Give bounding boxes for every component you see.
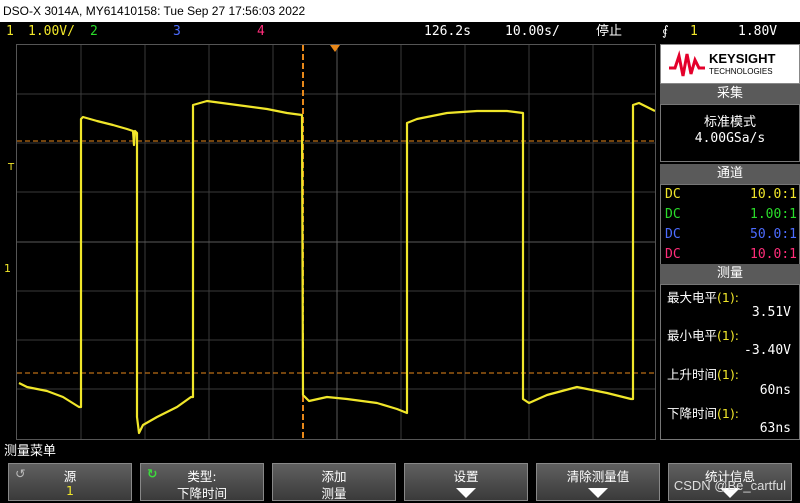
waveform-canvas [17,45,656,439]
trigger-edge-icon: ⨐ [662,24,669,39]
trigger-level: 1.80V [738,24,778,39]
channel-row-4[interactable]: DC 10.0:1 [665,245,797,265]
ch2-number[interactable]: 2 [90,22,98,42]
keysight-wave-icon [669,50,705,77]
measure-value-max: 3.51V [751,305,791,320]
measure-body: 最大电平(1): 3.51V 最小电平(1): -3.40V 上升时间(1): … [660,284,800,440]
ch4-number[interactable]: 4 [257,22,265,42]
ch1-ground-marker[interactable]: 1 [4,262,11,275]
trigger-level-marker[interactable]: T [8,162,14,173]
watermark: CSDN @Be_cartful [673,478,786,493]
softkey-type[interactable]: ↻ 类型: 下降时间 [140,463,264,501]
measure-label-fall: 下降时间(1): [667,406,739,421]
run-state: 停止 [596,24,623,39]
logo-sub: TECHNOLOGIES [709,67,773,76]
scope-display[interactable] [16,44,656,440]
measure-value-rise: 60ns [759,383,791,398]
ch1-number[interactable]: 1 [6,22,14,42]
ch3-number[interactable]: 3 [173,22,181,42]
trigger-time-marker[interactable] [330,45,340,52]
measure-value-min: -3.40V [744,343,791,358]
softkey-source[interactable]: ↺ 源 1 [8,463,132,501]
channel-row-3[interactable]: DC 50.0:1 [665,225,797,245]
window-title: DSO-X 3014A, MY61410158: Tue Sep 27 17:5… [0,0,800,22]
submenu-arrow-icon [588,488,608,498]
time-position[interactable]: 126.2s [424,22,471,42]
softkey-add-measurement[interactable]: 添加 测量 [272,463,396,501]
ch1-scale[interactable]: 1.00V/ [28,22,75,42]
channel-header[interactable]: 通道 [660,164,800,184]
keysight-logo: KEYSIGHT TECHNOLOGIES [660,44,800,84]
trigger-source: 1 [690,24,698,39]
submenu-arrow-icon [456,488,476,498]
acq-mode: 标准模式 [703,115,756,130]
measure-label-min: 最小电平(1): [667,328,739,343]
measure-value-fall: 63ns [759,421,791,436]
graticule [17,45,655,439]
acq-header[interactable]: 采集 [660,84,800,104]
softkey-settings[interactable]: 设置 [404,463,528,501]
time-scale[interactable]: 10.00s/ [505,22,560,42]
menu-title: 测量菜单 [4,444,57,459]
channel-row-2[interactable]: DC 1.00:1 [665,205,797,225]
status-bar: 1 1.00V/ 2 3 4 126.2s 10.00s/ 停止 ⨐ 1 1.8… [0,22,800,42]
acq-body: 标准模式 4.00GSa/s [660,104,800,162]
channel-body: DC 10.0:1 DC 1.00:1 DC 50.0:1 DC 10.0:1 [660,184,800,266]
softkey-clear-measurements[interactable]: 清除测量值 [536,463,660,501]
acq-rate: 4.00GSa/s [694,131,766,146]
measure-label-max: 最大电平(1): [667,290,739,305]
info-panel: KEYSIGHT TECHNOLOGIES 采集 标准模式 4.00GSa/s … [660,44,800,440]
logo-brand: KEYSIGHT [709,51,776,66]
measure-label-rise: 上升时间(1): [667,367,739,382]
channel-row-1[interactable]: DC 10.0:1 [665,185,797,205]
measure-header[interactable]: 测量 [660,264,800,284]
softkey-bar: 测量菜单 ↺ 源 1 ↻ 类型: 下降时间 添加 测量 设置 清除测量值 统计信… [0,443,800,503]
